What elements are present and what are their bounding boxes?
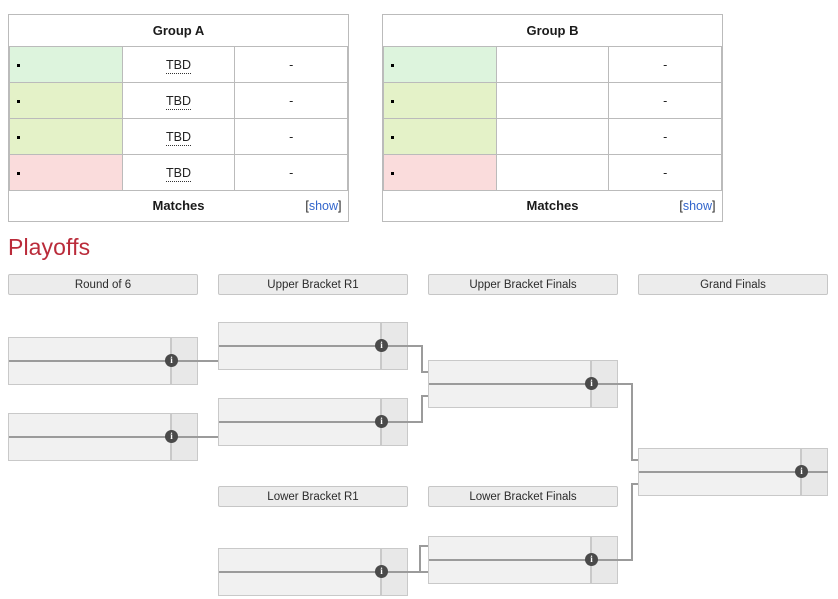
- connector-lbf-top-in: [419, 545, 428, 547]
- info-icon[interactable]: i: [375, 565, 388, 578]
- connector-lbr1-to-lbf: [408, 571, 428, 573]
- match-opponent-bottom[interactable]: [218, 422, 381, 446]
- playoffs-bracket: Round of 6 Upper Bracket R1 Upper Bracke…: [0, 0, 838, 599]
- connector-gf-top-in: [631, 459, 638, 461]
- match-opponent-bottom[interactable]: [218, 346, 381, 370]
- match-box-ro6-m1[interactable]: i: [8, 337, 198, 385]
- match-box-ubr1-m2[interactable]: i: [218, 398, 408, 446]
- round-header-upper-bracket-r1[interactable]: Upper Bracket R1: [218, 274, 408, 295]
- round-header-upper-bracket-finals[interactable]: Upper Bracket Finals: [428, 274, 618, 295]
- connector-ubr1-m2-rise: [421, 395, 423, 423]
- info-icon[interactable]: i: [165, 354, 178, 367]
- round-header-round-of-6[interactable]: Round of 6: [8, 274, 198, 295]
- connector-ubf-to-gf-drop: [631, 383, 633, 459]
- info-icon[interactable]: i: [375, 339, 388, 352]
- match-opponent-top[interactable]: [8, 337, 171, 361]
- match-box-ubr1-m1[interactable]: i: [218, 322, 408, 370]
- connector-ro6-m1-to-ubr1-m1: [198, 360, 218, 362]
- match-box-gf-m1[interactable]: i: [638, 448, 828, 496]
- info-icon[interactable]: i: [585, 553, 598, 566]
- match-opponent-top[interactable]: [428, 360, 591, 384]
- info-icon[interactable]: i: [585, 377, 598, 390]
- match-opponent-bottom[interactable]: [638, 472, 801, 496]
- match-opponent-top[interactable]: [638, 448, 801, 472]
- match-box-ubf-m1[interactable]: i: [428, 360, 618, 408]
- match-opponent-top[interactable]: [428, 536, 591, 560]
- match-opponent-bottom[interactable]: [8, 361, 171, 385]
- round-header-lower-bracket-r1[interactable]: Lower Bracket R1: [218, 486, 408, 507]
- match-opponent-bottom[interactable]: [428, 560, 591, 584]
- match-opponent-bottom[interactable]: [218, 572, 381, 596]
- match-opponent-bottom[interactable]: [8, 437, 171, 461]
- connector-ubf-top-in: [421, 371, 428, 373]
- connector-ro6-m2-to-ubr1-m2: [198, 436, 218, 438]
- match-box-lbr1-m1[interactable]: i: [218, 548, 408, 596]
- connector-ubf-bottom-in: [421, 395, 428, 397]
- info-icon[interactable]: i: [165, 430, 178, 443]
- connector-gf-bottom-in: [631, 483, 638, 485]
- match-opponent-bottom[interactable]: [428, 384, 591, 408]
- match-opponent-top[interactable]: [218, 548, 381, 572]
- info-icon[interactable]: i: [795, 465, 808, 478]
- info-icon[interactable]: i: [375, 415, 388, 428]
- round-header-lower-bracket-finals[interactable]: Lower Bracket Finals: [428, 486, 618, 507]
- match-box-lbf-m1[interactable]: i: [428, 536, 618, 584]
- match-opponent-top[interactable]: [218, 398, 381, 422]
- match-opponent-top[interactable]: [218, 322, 381, 346]
- match-opponent-top[interactable]: [8, 413, 171, 437]
- connector-lbf-top-rise: [419, 545, 421, 573]
- match-box-ro6-m2[interactable]: i: [8, 413, 198, 461]
- connector-lbf-to-gf-rise: [631, 483, 633, 561]
- round-header-grand-finals[interactable]: Grand Finals: [638, 274, 828, 295]
- connector-ubr1-m1-drop: [421, 345, 423, 373]
